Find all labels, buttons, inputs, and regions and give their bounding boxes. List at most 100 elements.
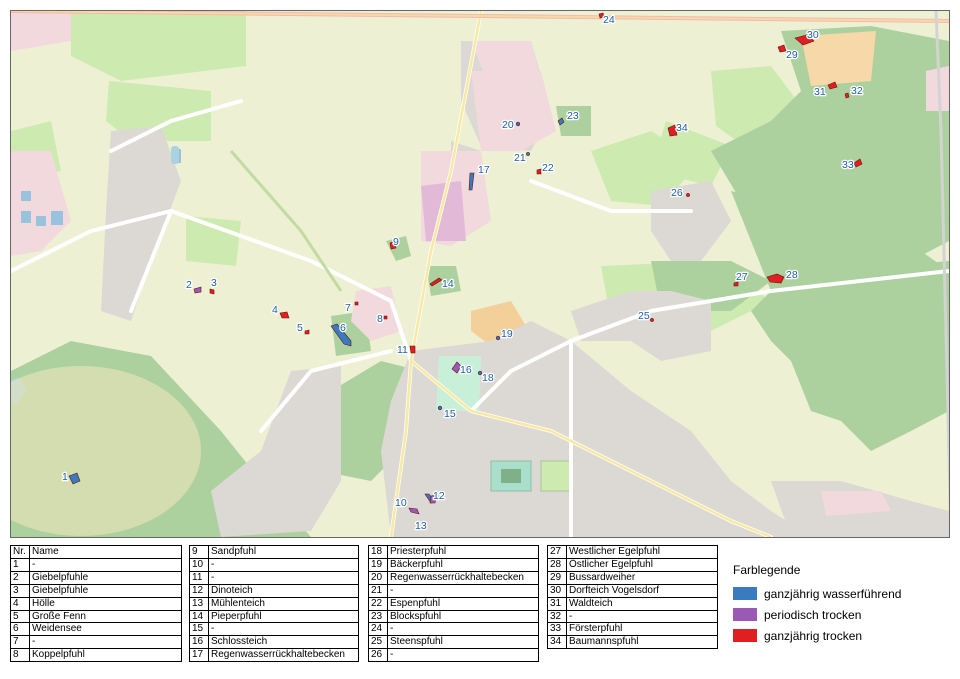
- pond-table-1: Nr. Name 1- 2 Giebelpfuhle 3 Giebelpfuhle …: [10, 545, 182, 663]
- row-name: Schlossteich: [208, 635, 359, 650]
- row-name: Steenspfuhl: [387, 635, 539, 650]
- row-nr: 25: [368, 635, 388, 650]
- row-name: Hölle: [29, 596, 182, 611]
- pond-label-17: 17: [478, 164, 490, 176]
- row-name: Bussardweiher: [566, 570, 718, 585]
- row-nr: 33: [547, 622, 567, 637]
- row-nr: 7: [10, 635, 30, 650]
- pond-3[interactable]: [209, 288, 215, 295]
- row-name: Espenpfuhl: [387, 596, 539, 611]
- table-row: 18 Priesterpfuhl: [368, 545, 539, 559]
- table-row: 16 Schlossteich: [189, 635, 359, 650]
- row-nr: 19: [368, 557, 388, 572]
- color-legend-title: Farblegende: [733, 563, 801, 577]
- row-name: Weidensee: [29, 622, 182, 637]
- table-row: 7-: [10, 635, 182, 650]
- row-nr: 16: [189, 635, 209, 650]
- table-row: 8 Koppelpfuhl: [10, 648, 182, 663]
- pond-label-30: 30: [807, 29, 819, 41]
- map-view[interactable]: 1 2 3 4 5 6 7 8 9 10 11 12 13 14 15 16 1…: [10, 10, 950, 538]
- table-row: 6 Weidensee: [10, 622, 182, 637]
- pond-table-3: 18 Priesterpfuhl 19 Bäckerpfuhl 20 Regenwas…: [368, 545, 539, 663]
- pond-19[interactable]: [495, 335, 501, 341]
- pond-32[interactable]: [844, 92, 850, 99]
- legend-swatch: [733, 587, 757, 600]
- pond-table-4: 27 Westlicher Egelpfuhl 28 Östlicher Egelp…: [547, 545, 718, 650]
- table-row: 11-: [189, 570, 359, 585]
- pond-25[interactable]: [650, 318, 654, 322]
- row-nr: 2: [10, 570, 30, 585]
- pond-label-32: 32: [851, 85, 863, 97]
- legend-item-periodisch: periodisch trocken: [733, 604, 901, 625]
- row-nr: 12: [189, 583, 209, 598]
- row-nr: 26: [368, 648, 388, 663]
- row-nr: 17: [189, 648, 209, 663]
- table-row: 33 Försterpfuhl: [547, 622, 718, 637]
- pond-label-28: 28: [786, 269, 798, 281]
- row-name: -: [387, 622, 539, 637]
- table-row: 12 Dinoteich: [189, 583, 359, 598]
- pond-15[interactable]: [437, 405, 443, 411]
- row-name: -: [208, 622, 359, 637]
- pond-label-9: 9: [393, 236, 399, 248]
- row-name: -: [29, 635, 182, 650]
- row-name: Försterpfuhl: [566, 622, 718, 637]
- small-lake: [171, 146, 179, 164]
- table-row: 26-: [368, 648, 539, 663]
- row-nr: 9: [189, 545, 209, 559]
- row-nr: 5: [10, 609, 30, 624]
- row-nr: 30: [547, 583, 567, 598]
- pond-22[interactable]: [536, 168, 542, 175]
- pond-label-2: 2: [186, 279, 192, 291]
- table-row: 25 Steenspfuhl: [368, 635, 539, 650]
- pond-label-10: 10: [395, 497, 407, 509]
- pond-11[interactable]: [409, 345, 416, 354]
- table-row: 34 Baumannspfuhl: [547, 635, 718, 650]
- row-nr: 3: [10, 583, 30, 598]
- table-row: 28 Östlicher Egelpfuhl: [547, 557, 718, 572]
- table-row: 5 Große Fenn: [10, 609, 182, 624]
- table-header: Nr. Name: [10, 545, 182, 559]
- table-row: 2 Giebelpfuhle: [10, 570, 182, 585]
- table-row: 3 Giebelpfuhle: [10, 583, 182, 598]
- row-name: Bäckerpfuhl: [387, 557, 539, 572]
- pond-8[interactable]: [383, 315, 388, 320]
- row-nr: 34: [547, 635, 567, 650]
- pond-label-23: 23: [567, 110, 579, 122]
- row-name: Baumannspfuhl: [566, 635, 718, 650]
- pond-label-31: 31: [814, 86, 826, 98]
- row-name: Sandpfuhl: [208, 545, 359, 559]
- row-name: -: [387, 648, 539, 663]
- row-name: Mühlenteich: [208, 596, 359, 611]
- pond-20[interactable]: [515, 121, 521, 127]
- row-name: Regenwasserrückhaltebecken: [208, 648, 359, 663]
- table-row: 31 Waldteich: [547, 596, 718, 611]
- row-name: Waldteich: [566, 596, 718, 611]
- table-row: 14 Pieperpfuhl: [189, 609, 359, 624]
- row-nr: 14: [189, 609, 209, 624]
- row-nr: 29: [547, 570, 567, 585]
- row-name: Regenwasserrückhaltebecken: [387, 570, 539, 585]
- row-name: Giebelpfuhle: [29, 570, 182, 585]
- pond-label-26: 26: [671, 187, 683, 199]
- basemap: 1 2 3 4 5 6 7 8 9 10 11 12 13 14 15 16 1…: [11, 11, 949, 537]
- pond-label-21: 21: [514, 152, 526, 164]
- pond-table-2: 9 Sandpfuhl 10- 11- 12 Dinoteich 13 Mühlent…: [189, 545, 359, 663]
- table-row: 19 Bäckerpfuhl: [368, 557, 539, 572]
- pond-7[interactable]: [354, 301, 359, 306]
- pond-label-18: 18: [482, 372, 494, 384]
- pond-label-25: 25: [638, 310, 650, 322]
- row-nr: 27: [547, 545, 567, 559]
- pond-label-20: 20: [502, 119, 514, 131]
- pond-26[interactable]: [686, 193, 690, 197]
- row-name: Giebelpfuhle: [29, 583, 182, 598]
- row-name: Große Fenn: [29, 609, 182, 624]
- pond-label-5: 5: [297, 322, 303, 334]
- header-nr: Nr.: [10, 545, 30, 559]
- pond-label-15: 15: [444, 408, 456, 420]
- table-row: 23 Blockspfuhl: [368, 609, 539, 624]
- row-nr: 28: [547, 557, 567, 572]
- row-nr: 21: [368, 583, 388, 598]
- pond-21[interactable]: [526, 152, 530, 156]
- pond-5[interactable]: [304, 329, 310, 335]
